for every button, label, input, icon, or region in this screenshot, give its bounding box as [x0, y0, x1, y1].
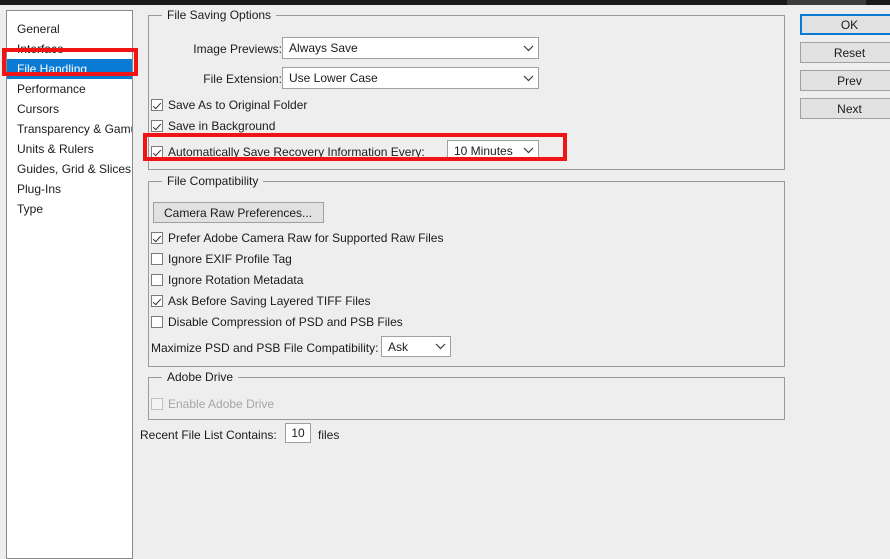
checkbox-icon[interactable]	[151, 146, 163, 158]
camera-raw-preferences-button[interactable]: Camera Raw Preferences...	[153, 202, 324, 223]
ask-before-tiff-checkbox-row[interactable]: Ask Before Saving Layered TIFF Files	[151, 294, 371, 308]
preferences-content-pane: File Saving Options Image Previews: Alwa…	[134, 5, 890, 559]
image-previews-dropdown[interactable]: Always Save	[282, 37, 539, 59]
recent-file-list-suffix: files	[318, 428, 340, 442]
sidebar-item-label: General	[17, 22, 60, 36]
image-previews-value: Always Save	[289, 41, 358, 55]
reset-button[interactable]: Reset	[800, 42, 890, 63]
save-as-original-folder-label: Save As to Original Folder	[168, 98, 308, 112]
file-saving-options-legend: File Saving Options	[162, 8, 277, 22]
ignore-rotation-checkbox-row[interactable]: Ignore Rotation Metadata	[151, 273, 303, 287]
recent-file-list-label: Recent File List Contains:	[140, 428, 277, 442]
sidebar-item-label: Transparency & Gamut	[17, 122, 133, 136]
chevron-down-icon	[518, 75, 538, 82]
ignore-exif-checkbox-row[interactable]: Ignore EXIF Profile Tag	[151, 252, 292, 266]
auto-save-recovery-label: Automatically Save Recovery Information …	[168, 145, 425, 159]
image-previews-label: Image Previews:	[193, 42, 282, 56]
disable-compression-checkbox-row[interactable]: Disable Compression of PSD and PSB Files	[151, 315, 403, 329]
sidebar-item-units-rulers[interactable]: Units & Rulers	[7, 139, 132, 159]
disable-compression-label: Disable Compression of PSD and PSB Files	[168, 315, 403, 329]
checkbox-icon[interactable]	[151, 253, 163, 265]
sidebar-item-interface[interactable]: Interface	[7, 39, 132, 59]
chevron-down-icon	[518, 45, 538, 52]
sidebar-item-guides-grid-slices[interactable]: Guides, Grid & Slices	[7, 159, 132, 179]
camera-raw-preferences-label: Camera Raw Preferences...	[164, 205, 313, 220]
ignore-rotation-label: Ignore Rotation Metadata	[168, 273, 304, 287]
ask-before-tiff-label: Ask Before Saving Layered TIFF Files	[168, 294, 371, 308]
sidebar-item-label: Cursors	[17, 102, 60, 116]
save-in-background-checkbox-row[interactable]: Save in Background	[151, 119, 275, 133]
ok-button[interactable]: OK	[800, 14, 890, 35]
sidebar-item-file-handling[interactable]: File Handling	[7, 59, 132, 79]
sidebar-item-label: Type	[17, 202, 44, 216]
sidebar-item-label: Guides, Grid & Slices	[17, 162, 132, 176]
sidebar-item-label: Performance	[17, 82, 86, 96]
sidebar-item-performance[interactable]: Performance	[7, 79, 132, 99]
checkbox-icon[interactable]	[151, 232, 163, 244]
prev-button[interactable]: Prev	[800, 70, 890, 91]
preferences-category-list[interactable]: General Interface File Handling Performa…	[6, 10, 133, 559]
checkbox-icon[interactable]	[151, 274, 163, 286]
maximize-compatibility-value: Ask	[388, 339, 409, 354]
ignore-exif-label: Ignore EXIF Profile Tag	[168, 252, 292, 266]
adobe-drive-legend: Adobe Drive	[162, 370, 239, 384]
chevron-down-icon	[518, 147, 538, 154]
sidebar-item-cursors[interactable]: Cursors	[7, 99, 132, 119]
file-extension-value: Use Lower Case	[289, 71, 378, 85]
maximize-compatibility-label: Maximize PSD and PSB File Compatibility:	[151, 341, 379, 355]
sidebar-item-plug-ins[interactable]: Plug-Ins	[7, 179, 132, 199]
chevron-down-icon	[430, 343, 450, 350]
sidebar-item-transparency-gamut[interactable]: Transparency & Gamut	[7, 119, 132, 139]
checkbox-icon	[151, 398, 163, 410]
file-compatibility-legend: File Compatibility	[162, 174, 264, 188]
auto-save-interval-value: 10 Minutes	[454, 143, 513, 158]
maximize-compatibility-dropdown[interactable]: Ask	[381, 336, 451, 357]
sidebar-item-label: Interface	[17, 42, 64, 56]
prev-button-label: Prev	[837, 73, 862, 88]
checkbox-icon[interactable]	[151, 99, 163, 111]
sidebar-item-label: Plug-Ins	[17, 182, 62, 196]
next-button-label: Next	[837, 101, 862, 116]
prefer-camera-raw-checkbox-row[interactable]: Prefer Adobe Camera Raw for Supported Ra…	[151, 231, 443, 245]
recent-file-count-input[interactable]: 10	[285, 423, 311, 443]
sidebar-item-label: Units & Rulers	[17, 142, 94, 156]
auto-save-recovery-checkbox-row[interactable]: Automatically Save Recovery Information …	[151, 145, 425, 159]
prefer-camera-raw-label: Prefer Adobe Camera Raw for Supported Ra…	[168, 231, 444, 245]
file-extension-label: File Extension:	[203, 72, 282, 86]
ok-button-label: OK	[840, 17, 859, 32]
checkbox-icon[interactable]	[151, 120, 163, 132]
checkbox-icon[interactable]	[151, 316, 163, 328]
preferences-dialog: General Interface File Handling Performa…	[0, 0, 890, 559]
recent-file-count-value: 10	[291, 426, 305, 440]
sidebar-item-type[interactable]: Type	[7, 199, 132, 219]
save-in-background-label: Save in Background	[168, 119, 276, 133]
sidebar-item-general[interactable]: General	[7, 19, 132, 39]
auto-save-interval-dropdown[interactable]: 10 Minutes	[447, 140, 539, 161]
enable-adobe-drive-label: Enable Adobe Drive	[168, 397, 275, 411]
save-as-original-folder-checkbox-row[interactable]: Save As to Original Folder	[151, 98, 307, 112]
reset-button-label: Reset	[833, 45, 866, 60]
file-extension-dropdown[interactable]: Use Lower Case	[282, 67, 539, 89]
enable-adobe-drive-checkbox-row: Enable Adobe Drive	[151, 397, 274, 411]
checkbox-icon[interactable]	[151, 295, 163, 307]
sidebar-item-label: File Handling	[17, 62, 88, 76]
next-button[interactable]: Next	[800, 98, 890, 119]
